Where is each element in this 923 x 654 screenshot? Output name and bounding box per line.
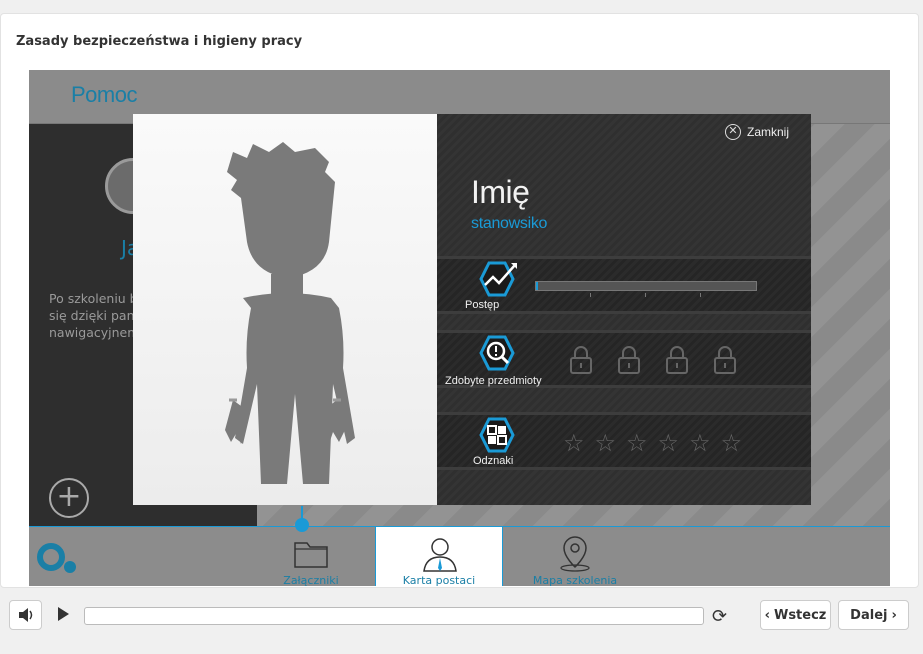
seek-bar[interactable]: [84, 607, 704, 625]
progress-chart-icon: [479, 261, 517, 297]
lock-icon: [618, 346, 640, 374]
chevron-right-icon: ›: [891, 607, 897, 623]
progress-ticks: [535, 293, 757, 297]
progress-bar: [535, 281, 757, 291]
nav-item-label: Karta postaci: [402, 574, 476, 586]
items-row: Zdobyte przedmioty: [437, 330, 811, 388]
next-button[interactable]: Dalej ›: [838, 600, 909, 630]
folder-icon: [294, 542, 328, 568]
badges-label: Odznaki: [473, 455, 514, 467]
next-label: Dalej: [850, 607, 888, 623]
character-card-modal: ✕ Zamknij Imię stanowsiko Postęp Zdobyte…: [133, 114, 811, 505]
progress-tick: [590, 293, 591, 297]
chevron-left-icon: ‹: [764, 607, 770, 623]
progress-row: Postęp: [437, 256, 811, 314]
replay-icon[interactable]: ⟳: [712, 606, 727, 627]
close-label: Zamknij: [746, 125, 789, 139]
badges-row: Odznaki ☆ ☆ ☆ ☆ ☆ ☆: [437, 412, 811, 470]
close-icon: ✕: [724, 124, 741, 140]
progress-bar-fill: [536, 282, 539, 290]
map-pin-icon: [560, 536, 590, 572]
speaker-icon: [19, 608, 33, 622]
nav-item-character-card[interactable]: Karta postaci: [375, 527, 503, 586]
add-button[interactable]: +: [49, 478, 89, 518]
course-title: Zasady bezpieczeństwa i higieny pracy: [16, 34, 303, 49]
star-icon: ☆: [720, 429, 743, 457]
nav-item-label: Mapa szkolenia: [532, 574, 618, 586]
badges-icon: [479, 417, 515, 453]
character-silhouette-icon: [225, 142, 355, 484]
player-bar: ⟳ ‹ Wstecz Dalej ›: [0, 598, 923, 638]
course-card: Zasady bezpieczeństwa i higieny pracy Po…: [0, 13, 919, 588]
progress-label: Postęp: [465, 299, 500, 311]
user-icon: [423, 538, 457, 572]
progress-tick: [645, 293, 646, 297]
nav-item-label: Załączniki: [283, 574, 339, 586]
close-button[interactable]: ✕ Zamknij: [724, 124, 789, 140]
lock-icon: [570, 346, 592, 374]
character-name: Imię: [471, 174, 530, 210]
play-icon[interactable]: [56, 606, 70, 622]
character-portrait: [133, 114, 437, 505]
back-label: Wstecz: [773, 607, 827, 623]
nav-item-attachments[interactable]: Załączniki: [247, 527, 375, 586]
star-icon: ☆: [594, 429, 617, 457]
badge-stars: ☆ ☆ ☆ ☆ ☆ ☆: [563, 429, 742, 457]
locked-items: [569, 345, 737, 375]
nav-connector-dot: [295, 518, 309, 532]
character-role: stanowsiko: [471, 215, 548, 232]
progress-tick: [700, 293, 701, 297]
course-stage: Pomoc Ja Po szkoleniu b się dzięki pane …: [29, 70, 890, 586]
volume-button[interactable]: [9, 600, 42, 630]
help-title: Pomoc: [71, 82, 137, 107]
character-stats-panel: ✕ Zamknij Imię stanowsiko Postęp Zdobyte…: [437, 114, 811, 505]
bottom-nav: Załączniki Karta postaci Mapa szkolenia: [29, 526, 890, 586]
logo-dot: [64, 561, 76, 573]
nav-item-course-map[interactable]: Mapa szkolenia: [511, 527, 639, 586]
back-button[interactable]: ‹ Wstecz: [760, 600, 831, 630]
star-icon: ☆: [626, 429, 648, 457]
star-icon: ☆: [563, 429, 585, 457]
search-alert-icon: [479, 335, 515, 371]
logo-icon: [37, 543, 65, 571]
lock-icon: [714, 346, 736, 374]
items-label: Zdobyte przedmioty: [445, 375, 542, 387]
lock-icon: [666, 346, 688, 374]
star-icon: ☆: [657, 429, 680, 457]
star-icon: ☆: [689, 429, 711, 457]
